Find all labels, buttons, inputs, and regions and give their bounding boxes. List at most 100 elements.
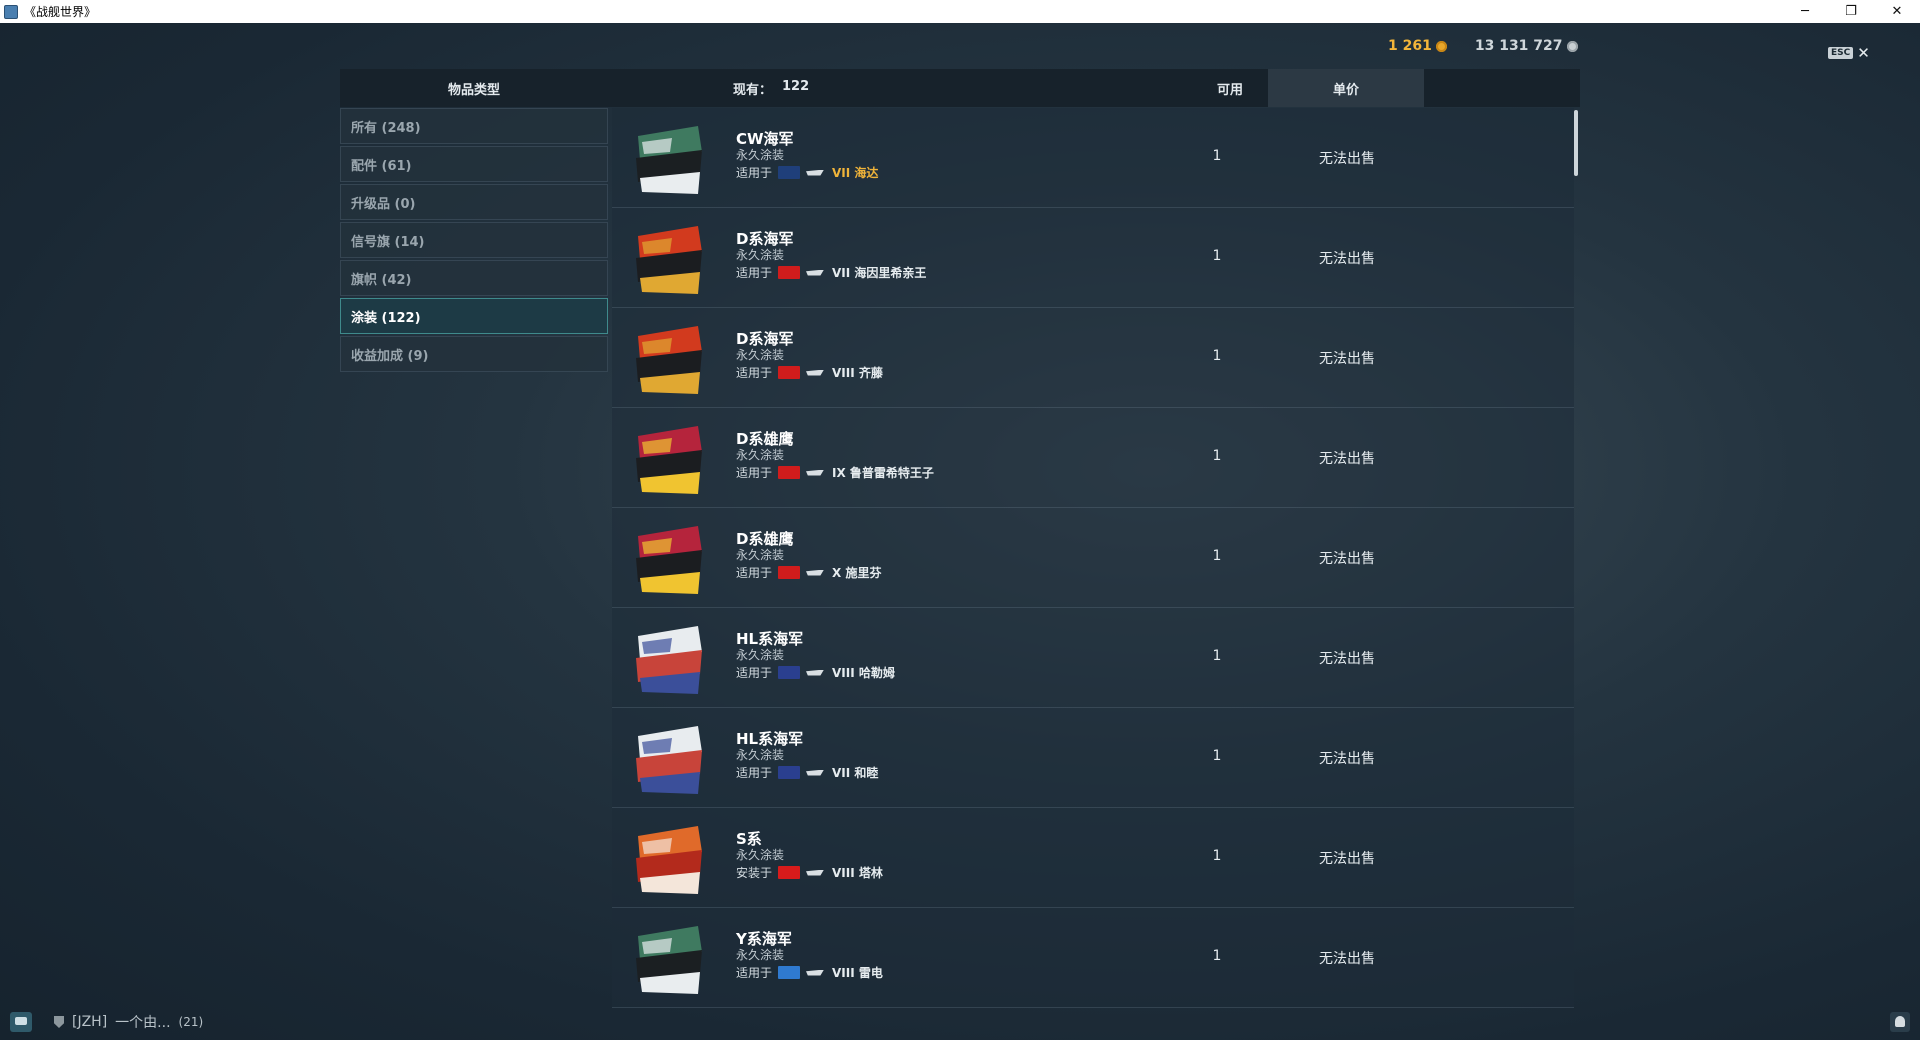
restore-button[interactable]: ❐ <box>1828 0 1874 23</box>
item-subtitle: 永久涂装 <box>736 148 785 162</box>
nation-flag-icon <box>778 866 801 879</box>
sidebar-item-flags[interactable]: 旗帜 (42) <box>340 260 608 296</box>
applies-label: 适用于 <box>736 566 773 580</box>
item-price: 无法出售 <box>1319 151 1375 167</box>
item-applies-to: 适用于 VIII 哈勒姆 <box>736 664 895 681</box>
item-applies-to: 安装于 VIII 塔林 <box>736 864 883 881</box>
notification-bell-icon[interactable] <box>1890 1012 1910 1032</box>
chat-icon[interactable] <box>10 1012 32 1032</box>
ship-name: VII 和睦 <box>832 766 879 780</box>
item-row[interactable]: HL系海军 永久涂装 适用于 VIII 哈勒姆 1 无法出售 <box>612 608 1574 708</box>
ship-name: VII 海因里希亲王 <box>832 266 927 280</box>
ship-class-icon <box>806 368 826 378</box>
sidebar-item-boosters[interactable]: 收益加成 (9) <box>340 336 608 372</box>
sidebar-item-signals[interactable]: 信号旗 (14) <box>340 222 608 258</box>
item-applies-to: 适用于 IX 鲁普雷希特王子 <box>736 464 934 481</box>
ship-class-icon <box>806 968 826 978</box>
item-row[interactable]: S系 永久涂装 安装于 VIII 塔林 1 无法出售 <box>612 808 1574 908</box>
nation-flag-icon <box>778 666 801 679</box>
applies-label: 适用于 <box>736 466 773 480</box>
item-type-sidebar: 所有 (248) 配件 (61) 升级品 (0) 信号旗 (14) 旗帜 (42… <box>340 108 608 374</box>
sidebar-item-modules[interactable]: 配件 (61) <box>340 146 608 182</box>
ship-class-icon <box>806 168 826 178</box>
item-price: 无法出售 <box>1319 951 1375 967</box>
nation-flag-icon <box>778 566 801 579</box>
item-row[interactable]: D系海军 永久涂装 适用于 VIII 齐藤 1 无法出售 <box>612 308 1574 408</box>
camouflage-thumbnail-icon <box>632 522 706 596</box>
nation-flag-icon <box>778 366 801 379</box>
item-row[interactable]: D系雄鹰 永久涂装 适用于 X 施里芬 1 无法出售 <box>612 508 1574 608</box>
header-price-sort[interactable]: 单价 <box>1268 69 1424 107</box>
silver-balance: 13 131 727 <box>1475 38 1578 54</box>
ship-class-icon <box>806 568 826 578</box>
camouflage-thumbnail-icon <box>632 922 706 996</box>
item-row[interactable]: CW海军 永久涂装 适用于 VII 海达 1 无法出售 <box>612 108 1574 208</box>
applies-label: 适用于 <box>736 266 773 280</box>
nation-flag-icon <box>778 266 801 279</box>
ship-name: VIII 雷电 <box>832 966 883 980</box>
header-item-type: 物品类型 <box>447 82 500 98</box>
applies-label: 适用于 <box>736 366 773 380</box>
item-row[interactable]: D系海军 永久涂装 适用于 VII 海因里希亲王 1 无法出售 <box>612 208 1574 308</box>
item-available: 1 <box>1212 648 1222 664</box>
gold-coin-icon <box>1435 40 1447 52</box>
item-subtitle: 永久涂装 <box>736 348 785 362</box>
item-subtitle: 永久涂装 <box>736 948 785 962</box>
ship-class-icon <box>806 768 826 778</box>
item-available: 1 <box>1212 448 1222 464</box>
item-row[interactable]: Y系海军 永久涂装 适用于 VIII 雷电 1 无法出售 <box>612 908 1574 1008</box>
clan-name: 一个由... <box>115 1015 171 1031</box>
item-price: 无法出售 <box>1319 851 1375 867</box>
applies-label: 适用于 <box>736 766 773 780</box>
window-titlebar: 《战舰世界》 ─ ❐ ✕ <box>0 0 1920 23</box>
gold-balance: 1 261 <box>1388 38 1447 54</box>
gold-value: 1 261 <box>1388 38 1432 54</box>
item-price: 无法出售 <box>1319 351 1375 367</box>
ship-name: VII 海达 <box>832 166 879 180</box>
item-available: 1 <box>1212 548 1222 564</box>
sidebar-item-upgrades[interactable]: 升级品 (0) <box>340 184 608 220</box>
item-price: 无法出售 <box>1319 251 1375 267</box>
item-price: 无法出售 <box>1319 751 1375 767</box>
item-available: 1 <box>1212 348 1222 364</box>
sidebar-item-all[interactable]: 所有 (248) <box>340 108 608 144</box>
camouflage-thumbnail-icon <box>632 122 706 196</box>
ship-class-icon <box>806 268 826 278</box>
list-scrollbar[interactable] <box>1574 110 1578 176</box>
applies-label: 安装于 <box>736 866 773 880</box>
item-price: 无法出售 <box>1319 651 1375 667</box>
nation-flag-icon <box>778 466 801 479</box>
sidebar-item-camouflages[interactable]: 涂装 (122) <box>340 298 608 334</box>
minimize-button[interactable]: ─ <box>1782 0 1828 23</box>
bottom-bar: [JZH] 一个由... (21) <box>0 1004 1920 1040</box>
item-row[interactable]: D系雄鹰 永久涂装 适用于 IX 鲁普雷希特王子 1 无法出售 <box>612 408 1574 508</box>
item-price: 无法出售 <box>1319 551 1375 567</box>
header-count-label: 现有： <box>733 82 773 98</box>
applies-label: 适用于 <box>736 966 773 980</box>
camouflage-thumbnail-icon <box>632 622 706 696</box>
camouflage-thumbnail-icon <box>632 422 706 496</box>
ship-name: X 施里芬 <box>832 566 882 580</box>
item-applies-to: 适用于 VII 和睦 <box>736 764 878 781</box>
applies-label: 适用于 <box>736 166 773 180</box>
window-title: 《战舰世界》 <box>24 5 97 19</box>
item-applies-to: 适用于 VIII 雷电 <box>736 964 883 981</box>
clan-info[interactable]: [JZH] 一个由... (21) <box>54 1012 203 1032</box>
header-count-value: 122 <box>782 78 810 94</box>
item-list: CW海军 永久涂装 适用于 VII 海达 1 无法出售 D系海军 永久涂装 适用… <box>612 108 1574 1008</box>
nation-flag-icon <box>778 966 801 979</box>
silver-coin-icon <box>1566 40 1578 52</box>
item-available: 1 <box>1212 948 1222 964</box>
header-count: 现有： 122 <box>733 79 809 98</box>
applies-label: 适用于 <box>736 666 773 680</box>
item-applies-to: 适用于 X 施里芬 <box>736 564 881 581</box>
ship-name: IX 鲁普雷希特王子 <box>832 466 934 480</box>
camouflage-thumbnail-icon <box>632 222 706 296</box>
item-applies-to: 适用于 VII 海因里希亲王 <box>736 264 926 281</box>
header-available-sort[interactable]: 可用 <box>1198 79 1262 98</box>
window-close-button[interactable]: ✕ <box>1874 0 1920 23</box>
esc-close-button[interactable]: ESC ✕ <box>1828 44 1870 62</box>
item-row[interactable]: HL系海军 永久涂装 适用于 VII 和睦 1 无法出售 <box>612 708 1574 808</box>
item-available: 1 <box>1212 248 1222 264</box>
item-subtitle: 永久涂装 <box>736 648 785 662</box>
